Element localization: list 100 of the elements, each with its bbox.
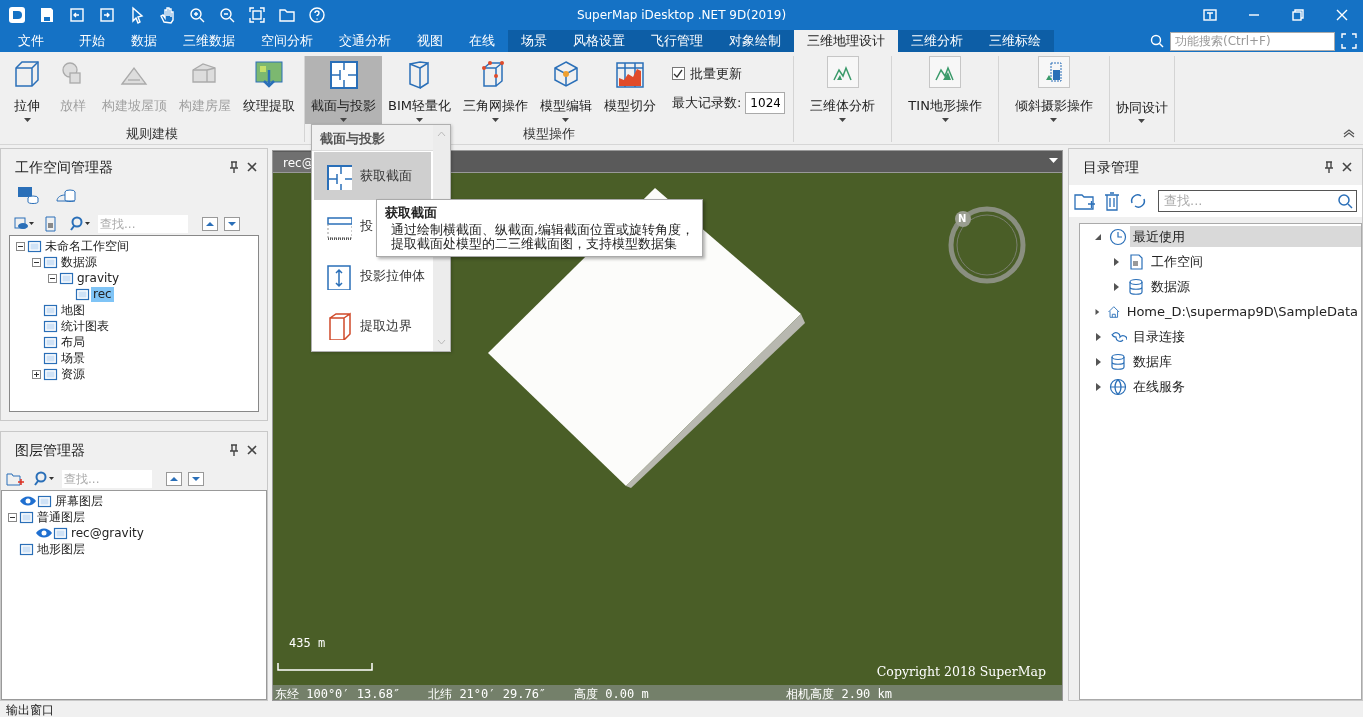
layer-view-icon[interactable] [14, 216, 36, 232]
ribbon-button[interactable]: 拉伸 [4, 56, 50, 124]
close-icon[interactable] [247, 162, 257, 172]
ribbon-button[interactable]: 模型编辑 [533, 56, 598, 124]
ribbon-button[interactable]: 倾斜摄影操作 [998, 56, 1109, 124]
export-icon[interactable] [98, 6, 116, 24]
menu-tab[interactable]: 飞行管理 [638, 30, 716, 52]
search-field[interactable]: 查找... [98, 215, 188, 233]
save-icon[interactable] [38, 6, 56, 24]
tree-item[interactable]: 数据源 [59, 254, 99, 270]
menu-tab[interactable]: 三维标绘 [976, 30, 1054, 52]
menu-tab[interactable]: 数据 [118, 30, 170, 52]
import-icon[interactable] [68, 6, 86, 24]
menu-tab[interactable]: 空间分析 [248, 30, 326, 52]
zoom-out-icon[interactable] [218, 6, 236, 24]
search-field[interactable]: 功能搜索(Ctrl+F) [1170, 31, 1335, 51]
menu-tab[interactable]: 文件 [0, 30, 66, 52]
tree-item[interactable]: 数据源 [1148, 275, 1193, 298]
menu-tab[interactable]: 开始 [66, 30, 118, 52]
checkbox[interactable] [671, 67, 685, 81]
tree-item[interactable]: 布局 [59, 334, 87, 350]
search-field[interactable]: 查找... [1158, 190, 1357, 212]
eye-icon[interactable] [19, 495, 37, 507]
ribbon-button[interactable]: BIM轻量化 [382, 56, 457, 124]
help-icon[interactable] [308, 6, 326, 24]
workspace-tab-icon[interactable] [17, 185, 39, 205]
close-icon[interactable] [1342, 162, 1352, 172]
tree-item[interactable]: 数据库 [1130, 350, 1175, 373]
new-folder-icon[interactable] [1074, 191, 1096, 211]
tree-item[interactable]: 地形图层 [35, 541, 87, 557]
caret-icon[interactable] [1049, 158, 1058, 164]
menu-tab[interactable]: 对象绘制 [716, 30, 794, 52]
tree-item[interactable]: 在线服务 [1130, 375, 1188, 398]
menu-tab[interactable]: 风格设置 [560, 30, 638, 52]
collapse-ribbon-icon[interactable] [1343, 129, 1355, 138]
ribbon-button[interactable]: 三角网操作 [456, 56, 534, 124]
menu-tab[interactable]: 三维分析 [898, 30, 976, 52]
tree-item[interactable]: 最近使用 [1130, 225, 1361, 248]
pin-icon[interactable] [1324, 161, 1334, 173]
delete-icon[interactable] [1102, 191, 1122, 211]
ribbon-button[interactable]: TIN地形操作 [892, 56, 998, 124]
search-icon[interactable] [70, 216, 92, 232]
pin-window-icon[interactable] [1203, 8, 1217, 22]
tree-item[interactable]: 工作空间 [1148, 250, 1206, 273]
tree-item[interactable]: 普通图层 [35, 509, 87, 525]
expand-icon[interactable] [1094, 307, 1101, 316]
expand-icon[interactable] [1112, 282, 1120, 291]
tree-item[interactable]: 地图 [59, 302, 87, 318]
folder-icon[interactable] [278, 6, 296, 24]
input-field[interactable]: 1024 [745, 91, 786, 114]
menu-tab[interactable]: 三维地理设计 [794, 30, 898, 52]
collapse-icon[interactable] [16, 241, 25, 251]
collapse-icon[interactable] [1094, 232, 1102, 241]
move-up-icon[interactable] [166, 472, 182, 486]
expand-icon[interactable] [32, 369, 41, 379]
menu-item[interactable]: 获取截面 [314, 152, 431, 200]
move-up-icon[interactable] [202, 217, 218, 231]
tree-item[interactable]: rec@gravity [69, 525, 146, 541]
eye-icon[interactable] [35, 527, 53, 539]
ribbon-button[interactable]: 截面与投影 [305, 56, 382, 124]
ribbon-button[interactable]: 三维体分析 [794, 56, 892, 124]
tree-item[interactable]: gravity [75, 270, 122, 286]
tree-item[interactable]: 未命名工作空间 [43, 238, 131, 254]
expand-icon[interactable] [1094, 332, 1102, 341]
menu-tab[interactable]: 视图 [404, 30, 456, 52]
ribbon-button[interactable]: 纹理提取 [237, 56, 301, 124]
pin-icon[interactable] [229, 161, 239, 173]
tree-item[interactable]: 屏幕图层 [53, 493, 105, 509]
expand-icon[interactable] [1094, 382, 1102, 391]
menu-tab[interactable]: 场景 [508, 30, 560, 52]
refresh-icon[interactable] [1128, 191, 1148, 211]
tree-item[interactable]: 统计图表 [59, 318, 111, 334]
collapse-icon[interactable] [48, 273, 57, 283]
pin-icon[interactable] [229, 444, 239, 456]
menu-tab[interactable]: 在线 [456, 30, 508, 52]
restore-icon[interactable] [1291, 8, 1305, 22]
menu-tab[interactable]: 三维数据 [170, 30, 248, 52]
collapse-icon[interactable] [32, 257, 41, 267]
collapse-icon[interactable] [8, 512, 17, 522]
hand-icon[interactable] [158, 6, 176, 24]
tree-item[interactable]: 资源 [59, 366, 87, 382]
expand-icon[interactable] [1112, 257, 1120, 266]
search-icon[interactable] [1150, 34, 1164, 48]
tree-item[interactable]: 场景 [59, 350, 87, 366]
search-icon[interactable] [1337, 193, 1353, 209]
tree-item[interactable]: 目录连接 [1130, 325, 1188, 348]
full-extent-icon[interactable] [248, 6, 266, 24]
search-icon[interactable] [34, 471, 56, 487]
zoom-in-icon[interactable] [188, 6, 206, 24]
tree-item[interactable]: Home_D:\supermap9D\SampleData [1123, 300, 1361, 323]
ribbon-button[interactable]: 协同设计 [1109, 56, 1174, 124]
menu-tab[interactable]: 交通分析 [326, 30, 404, 52]
ribbon-button[interactable]: 模型切分 [597, 56, 662, 124]
fullscreen-icon[interactable] [1341, 33, 1357, 49]
move-down-icon[interactable] [188, 472, 204, 486]
move-down-icon[interactable] [224, 217, 240, 231]
tree-item[interactable]: rec [91, 286, 114, 302]
expand-icon[interactable] [1094, 357, 1102, 366]
close-icon[interactable] [247, 445, 257, 455]
search-field[interactable]: 查找... [62, 470, 152, 488]
